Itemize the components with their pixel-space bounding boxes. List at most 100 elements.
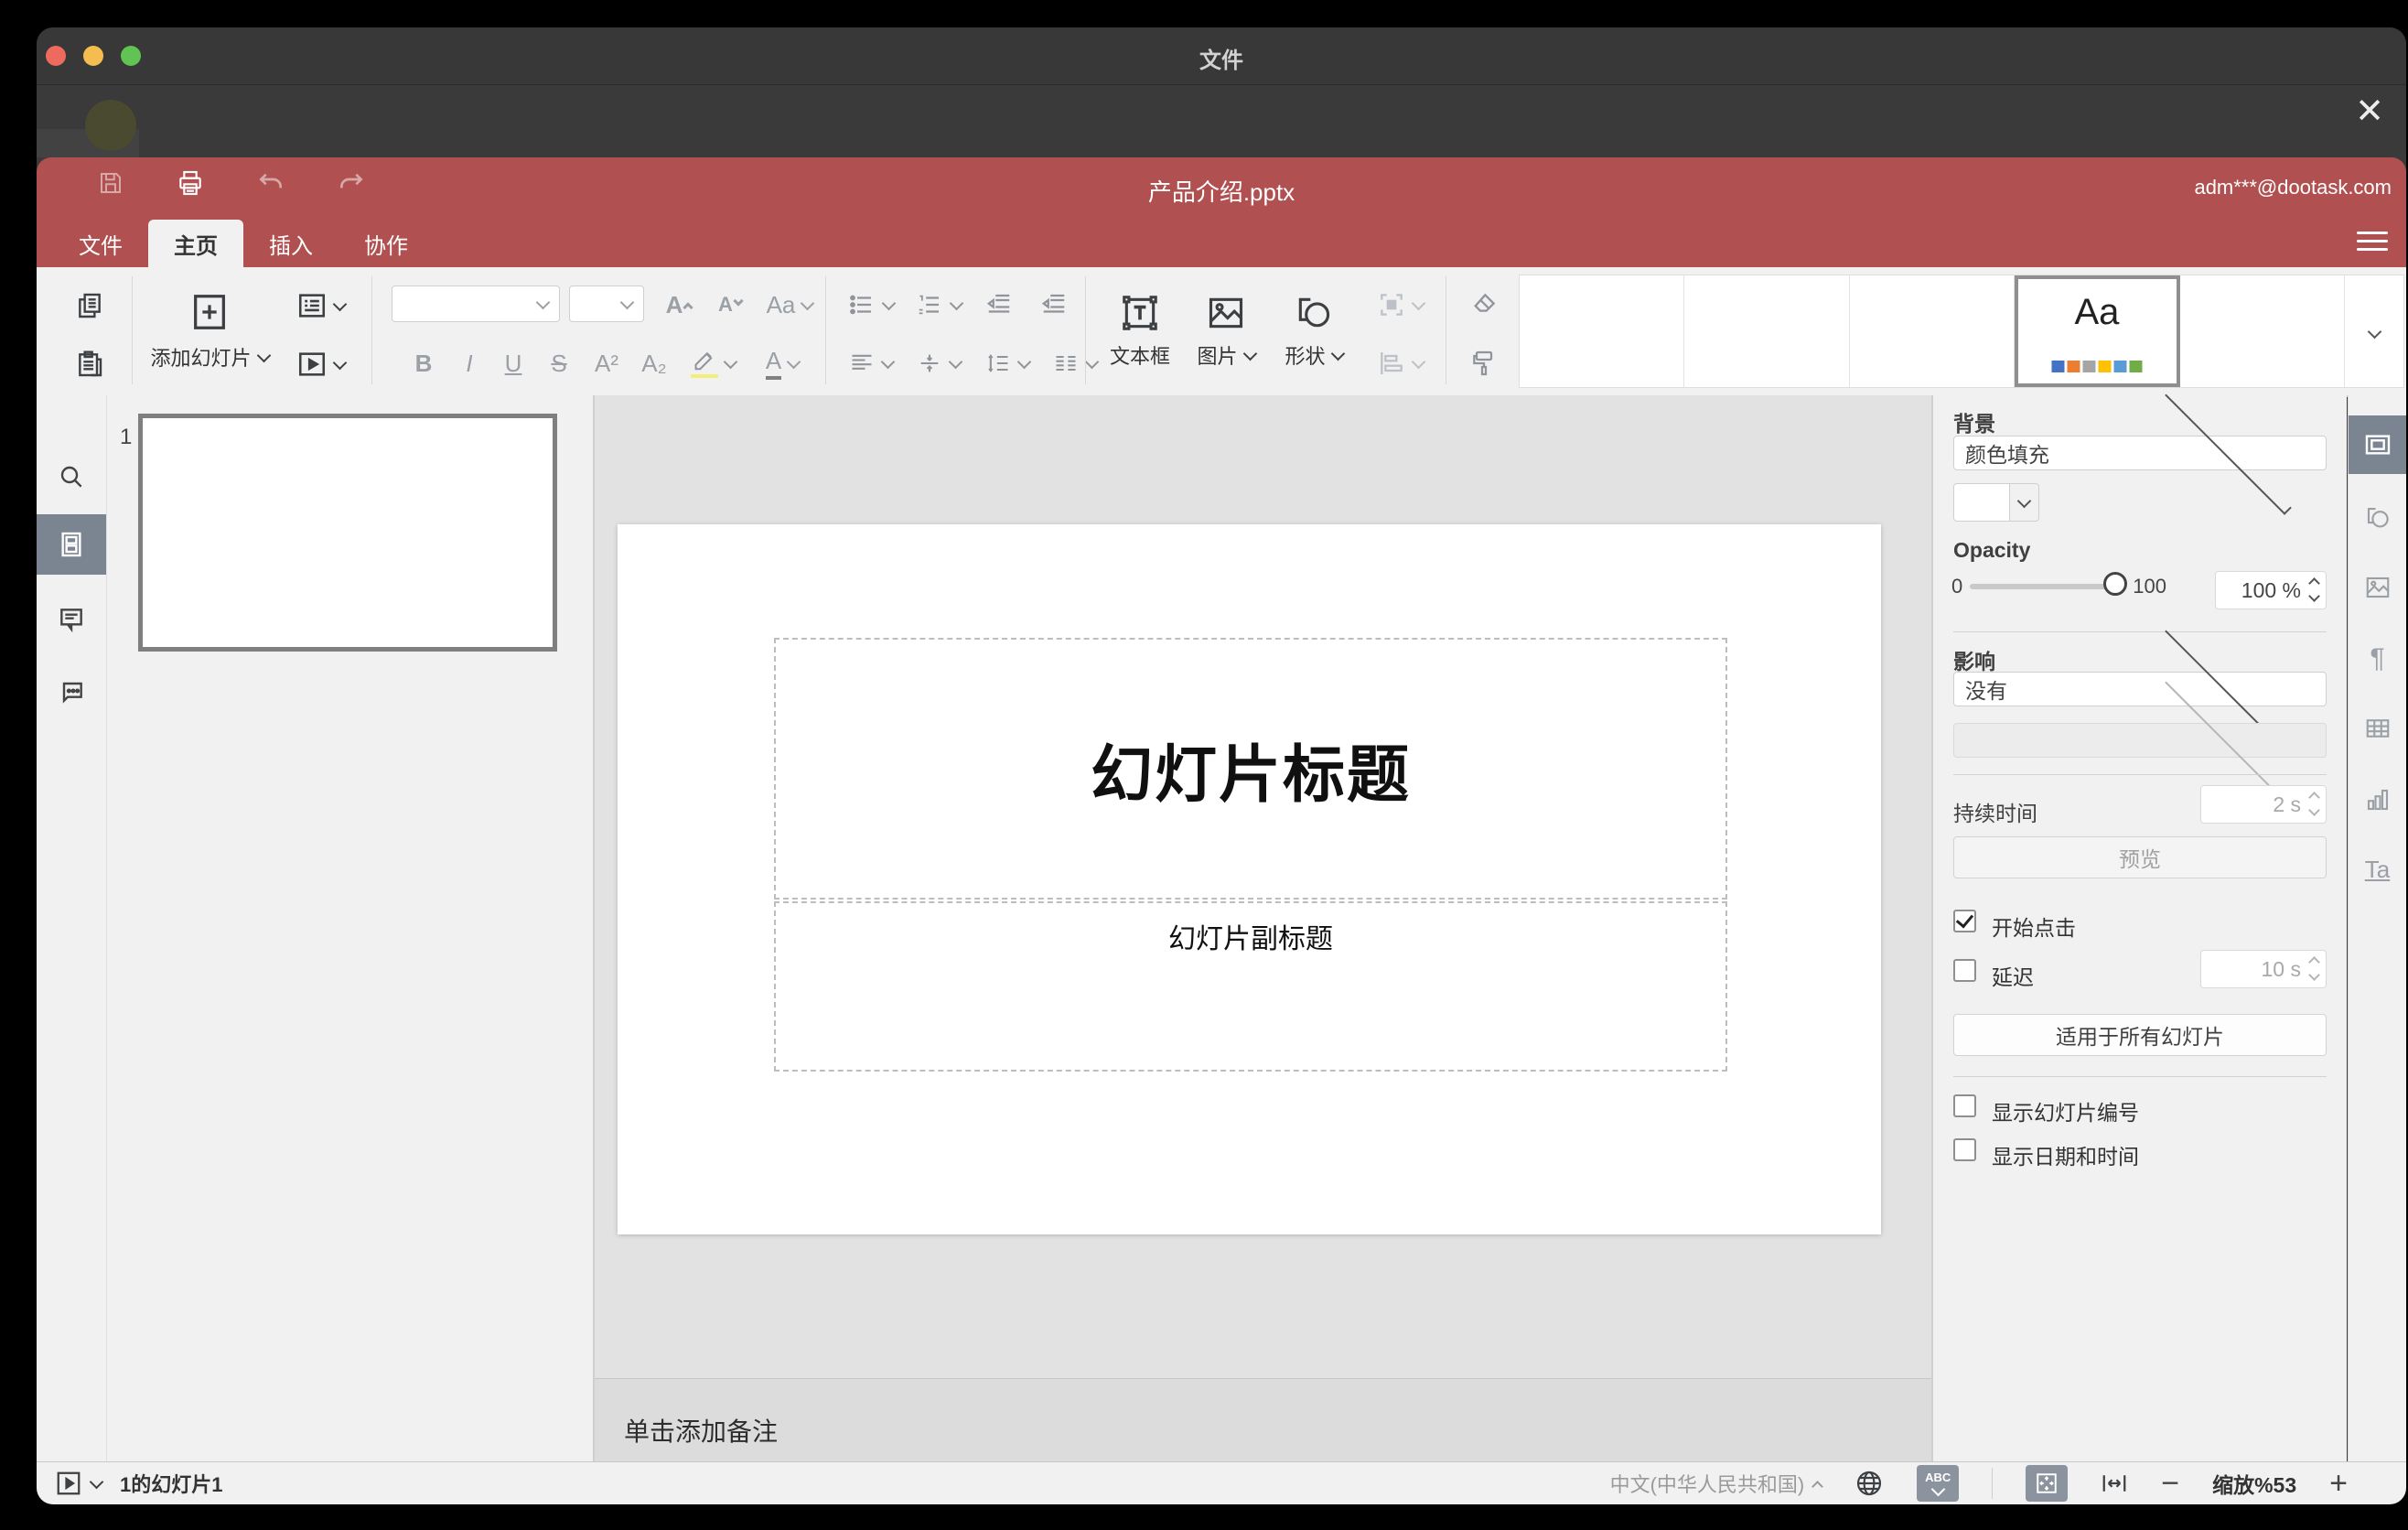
theme-thumbnail[interactable] <box>1520 275 1685 387</box>
duration-spinner[interactable]: 2 s <box>2200 785 2327 824</box>
arrow-up-icon[interactable] <box>2308 792 2320 803</box>
insert-textbox-button[interactable]: 文本框 <box>1096 276 1184 386</box>
zoom-in-button[interactable]: + <box>2329 1466 2348 1502</box>
start-preview-icon[interactable] <box>55 1470 82 1497</box>
effect-select[interactable]: 没有 <box>1953 623 2327 751</box>
insert-image-button[interactable]: 图片 <box>1182 276 1270 386</box>
change-case-button[interactable]: Aa <box>759 284 820 326</box>
notes-placeholder: 单击添加备注 <box>624 1417 779 1446</box>
decrease-font-button[interactable]: A <box>706 284 754 326</box>
start-on-click-checkbox[interactable] <box>1953 910 1976 932</box>
textart-settings-button[interactable]: Ta <box>2349 840 2406 899</box>
increase-indent-button[interactable] <box>1030 284 1078 326</box>
opacity-slider-handle[interactable] <box>2103 572 2128 596</box>
arrow-up-icon <box>683 302 694 313</box>
copy-button[interactable] <box>62 284 117 328</box>
arrange-shape-button[interactable] <box>1365 284 1435 326</box>
bold-button[interactable]: B <box>403 342 445 384</box>
chevron-down-icon <box>949 296 963 310</box>
preview-button[interactable]: 预览 <box>1953 836 2327 878</box>
tab-insert[interactable]: 插入 <box>243 220 339 267</box>
spellcheck-button[interactable]: ABC <box>1917 1465 1960 1502</box>
subtitle-placeholder[interactable]: 幻灯片副标题 <box>774 901 1727 1072</box>
italic-button[interactable]: I <box>448 342 490 384</box>
strikethrough-button[interactable]: S <box>538 342 580 384</box>
document-language-icon[interactable] <box>1854 1469 1884 1498</box>
opacity-value-spinner[interactable]: 100 % <box>2215 571 2327 609</box>
increase-font-button[interactable]: A <box>655 284 703 326</box>
font-size-select[interactable] <box>569 286 644 322</box>
chevron-down-icon <box>880 354 895 369</box>
chevron-down-icon[interactable] <box>89 1474 104 1489</box>
clear-style-button[interactable] <box>1457 284 1511 326</box>
underline-button[interactable]: U <box>492 342 534 384</box>
arrow-down-icon[interactable] <box>2308 590 2320 602</box>
arrow-down-icon[interactable] <box>2308 804 2320 816</box>
paragraph-settings-button[interactable]: ¶ <box>2349 630 2406 688</box>
chevron-down-icon <box>2010 483 2039 522</box>
comments-button[interactable] <box>37 589 106 650</box>
image-settings-button[interactable] <box>2349 558 2406 617</box>
delay-checkbox[interactable] <box>1953 959 1976 982</box>
copy-style-button[interactable] <box>1457 342 1511 384</box>
fit-to-slide-button[interactable] <box>2026 1465 2069 1502</box>
tab-collaboration[interactable]: 协作 <box>339 220 434 267</box>
title-placeholder[interactable]: 幻灯片标题 <box>774 638 1727 900</box>
slide-settings-button[interactable] <box>2349 415 2406 474</box>
opacity-min-label: 0 <box>1951 575 1963 598</box>
vertical-align-button[interactable] <box>908 342 968 384</box>
theme-thumbnail-selected[interactable]: Aa <box>2015 275 2180 387</box>
language-selector[interactable]: 中文(中华人民共和国) <box>1610 1469 1824 1498</box>
add-slide-button[interactable]: 添加幻灯片 <box>143 276 276 386</box>
apply-to-all-slides-button[interactable]: 适用于所有幻灯片 <box>1953 1014 2327 1056</box>
shape-settings-button[interactable] <box>2349 489 2406 547</box>
arrow-up-icon[interactable] <box>2308 956 2320 968</box>
theme-thumbnail[interactable] <box>1684 275 1850 387</box>
font-name-select[interactable] <box>392 286 560 322</box>
paste-button[interactable] <box>62 342 117 386</box>
slide-thumbnail[interactable] <box>138 414 557 652</box>
superscript-button[interactable]: A² <box>584 342 629 384</box>
subscript-button[interactable]: A₂ <box>631 342 677 384</box>
zoom-out-button[interactable]: − <box>2161 1466 2179 1502</box>
background-fill-select[interactable]: 颜色填充 <box>1953 387 2327 515</box>
chevron-down-icon <box>1330 346 1345 361</box>
menu-icon[interactable] <box>2357 226 2388 256</box>
delay-spinner[interactable]: 10 s <box>2200 950 2327 988</box>
horizontal-align-button[interactable] <box>840 342 900 384</box>
background-color-picker[interactable] <box>1953 483 2039 522</box>
font-color-button[interactable]: A <box>752 342 812 384</box>
image-icon <box>1209 297 1243 329</box>
insert-shape-button[interactable]: 形状 <box>1268 276 1360 386</box>
numbered-list-button[interactable] <box>908 284 968 326</box>
search-button[interactable] <box>37 447 106 507</box>
tab-home[interactable]: 主页 <box>148 220 243 267</box>
show-slide-number-checkbox[interactable] <box>1953 1094 1976 1117</box>
theme-thumbnail[interactable] <box>2180 275 2344 387</box>
bullet-list-button[interactable] <box>840 284 900 326</box>
arrow-up-icon[interactable] <box>2308 577 2320 589</box>
decrease-indent-button[interactable] <box>975 284 1023 326</box>
align-shape-button[interactable] <box>1365 342 1435 384</box>
effect-type-select[interactable] <box>1953 674 2327 803</box>
arrow-down-icon[interactable] <box>2308 969 2320 981</box>
chart-settings-button[interactable] <box>2349 770 2406 829</box>
highlight-color-button[interactable] <box>681 342 745 384</box>
start-slideshow-button[interactable] <box>282 342 359 386</box>
slide-canvas[interactable]: 幻灯片标题 幻灯片副标题 <box>618 524 1881 1234</box>
table-settings-button[interactable] <box>2349 699 2406 758</box>
line-spacing-button[interactable] <box>975 342 1037 384</box>
status-bar: 1的幻灯片1 中文(中华人民共和国) ABC − 缩放%53 + <box>37 1461 2406 1504</box>
tab-file[interactable]: 文件 <box>53 220 148 267</box>
close-icon[interactable]: ✕ <box>2349 91 2390 131</box>
theme-thumbnail[interactable] <box>1850 275 2016 387</box>
fit-to-width-button[interactable] <box>2101 1470 2128 1497</box>
opacity-slider[interactable] <box>1970 572 2128 596</box>
theme-gallery-expand-button[interactable] <box>2344 275 2403 387</box>
slides-panel-button[interactable] <box>37 514 106 575</box>
show-date-checkbox[interactable] <box>1953 1138 1976 1161</box>
chat-button[interactable] <box>37 661 106 721</box>
opacity-max-label: 100 <box>2133 575 2166 598</box>
chevron-down-icon <box>2165 387 2292 515</box>
slide-layout-button[interactable] <box>282 284 359 328</box>
